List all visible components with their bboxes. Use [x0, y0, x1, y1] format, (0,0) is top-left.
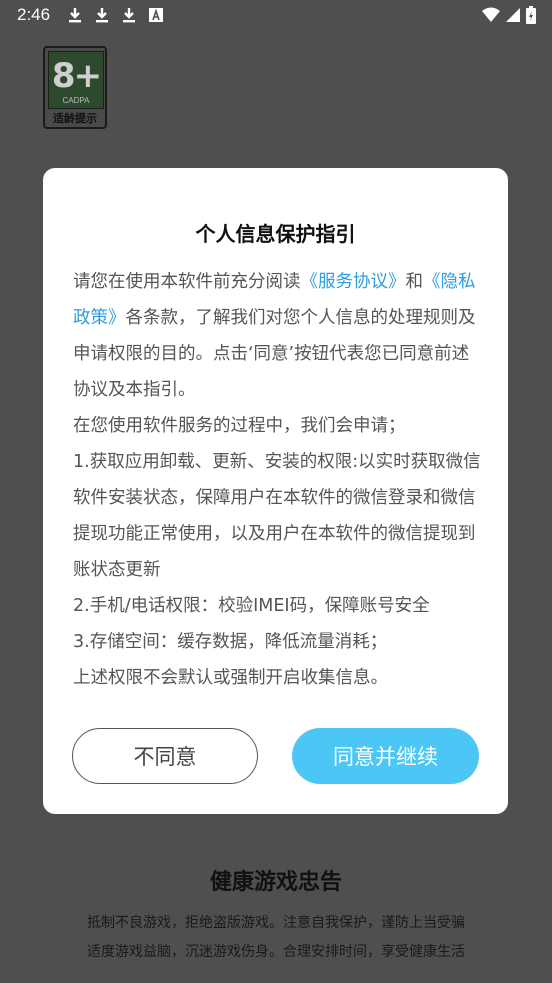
intro-text: 请您在使用本软件前充分阅读	[73, 272, 301, 292]
service-agreement-link[interactable]: 《服务协议》	[301, 272, 406, 292]
wifi-icon	[482, 7, 500, 22]
signal-icon	[506, 8, 520, 22]
intro-paragraph: 请您在使用本软件前充分阅读《服务协议》和《隐私政策》各条款，了解我们对您个人信息…	[73, 264, 483, 408]
age-rating-label: 适龄提示	[53, 112, 97, 125]
notification-icons	[66, 6, 165, 24]
status-bar: 2:46	[0, 0, 552, 30]
and-text: 和	[405, 272, 424, 292]
advice-line: 适度游戏益脑，沉迷游戏伤身。合理安排时间，享受健康生活	[87, 944, 465, 960]
download-icon	[96, 8, 108, 23]
dialog-title: 个人信息保护指引	[195, 222, 356, 246]
age-rating-number: 8+	[51, 56, 102, 96]
system-icons	[482, 6, 536, 24]
permissions-intro: 在您使用软件服务的过程中，我们会申请；	[73, 416, 406, 436]
intro-text-continued: 各条款，了解我们对您个人信息的处理规则及申请权限的目的。点击‘同意’按钮代表您已…	[73, 308, 476, 400]
status-time: 2:46	[17, 5, 51, 24]
permission-item: 1.获取应用卸载、更新、安装的权限:以实时获取微信软件安装状态，保障用户在本软件…	[73, 452, 481, 580]
download-icon	[69, 8, 81, 23]
battery-icon	[526, 6, 536, 24]
permission-item: 3.存储空间：缓存数据，降低流量消耗；	[73, 632, 388, 652]
advice-title: 健康游戏忠告	[209, 870, 342, 895]
font-icon	[149, 8, 163, 22]
privacy-dialog: 个人信息保护指引 请您在使用本软件前充分阅读《服务协议》和《隐私政策》各条款，了…	[43, 168, 508, 814]
dialog-body: 请您在使用本软件前充分阅读《服务协议》和《隐私政策》各条款，了解我们对您个人信息…	[73, 264, 483, 696]
permission-item: 2.手机/电话权限：校验IMEI码，保障账号安全	[73, 596, 430, 616]
disagree-button[interactable]: 不同意	[72, 728, 258, 784]
permissions-note: 上述权限不会默认或强制开启收集信息。	[73, 668, 388, 688]
age-rating-emblem: 8+ CADPA	[48, 51, 104, 109]
age-rating-badge: 8+ CADPA 适龄提示	[43, 46, 107, 129]
age-rating-org: CADPA	[62, 96, 90, 105]
agree-button[interactable]: 同意并继续	[292, 728, 479, 784]
download-icon	[123, 8, 135, 23]
advice-line: 抵制不良游戏，拒绝盗版游戏。注意自我保护，谨防上当受骗	[87, 915, 465, 931]
